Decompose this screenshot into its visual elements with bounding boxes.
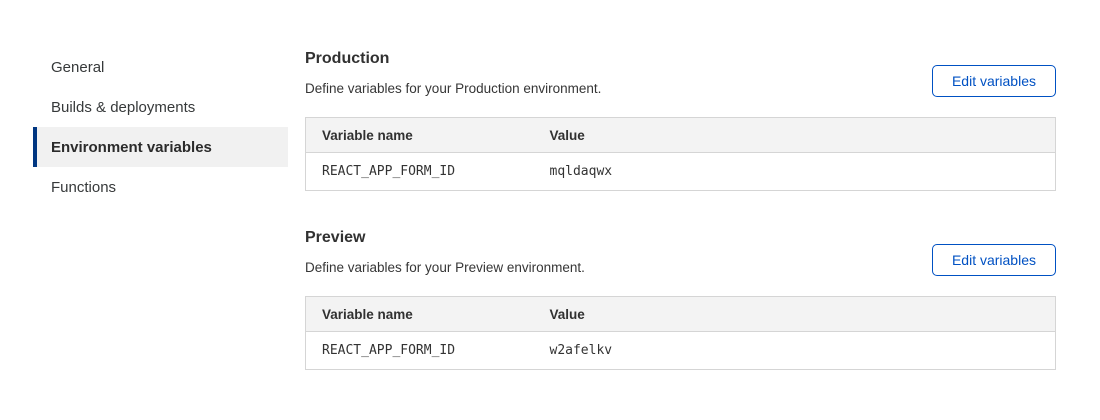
column-header-variable-name: Variable name [306,297,534,332]
column-header-variable-name: Variable name [306,118,534,153]
variable-value-cell: mqldaqwx [534,153,1056,191]
settings-sidebar: General Builds & deployments Environment… [33,47,288,207]
variable-name-cell: REACT_APP_FORM_ID [306,332,534,370]
variable-value-cell: w2afelkv [534,332,1056,370]
sidebar-item-environment-variables[interactable]: Environment variables [33,127,288,167]
sidebar-item-label: Environment variables [51,139,212,156]
sidebar-item-builds-deployments[interactable]: Builds & deployments [33,87,288,127]
production-section: Production Define variables for your Pro… [305,49,1056,191]
table-header-row: Variable name Value [306,297,1056,332]
preview-variables-table: Variable name Value REACT_APP_FORM_ID w2… [305,296,1056,370]
table-row: REACT_APP_FORM_ID w2afelkv [306,332,1056,370]
environment-variables-panel: Production Define variables for your Pro… [305,49,1056,370]
settings-page: General Builds & deployments Environment… [0,0,1100,420]
table-row: REACT_APP_FORM_ID mqldaqwx [306,153,1056,191]
preview-section: Preview Define variables for your Previe… [305,228,1056,370]
column-header-value: Value [534,297,1056,332]
table-header-row: Variable name Value [306,118,1056,153]
production-variables-table: Variable name Value REACT_APP_FORM_ID mq… [305,117,1056,191]
sidebar-item-functions[interactable]: Functions [33,167,288,207]
column-header-value: Value [534,118,1056,153]
sidebar-item-label: Functions [51,179,116,196]
edit-variables-button-production[interactable]: Edit variables [932,65,1056,97]
sidebar-item-label: Builds & deployments [51,99,195,116]
edit-variables-button-preview[interactable]: Edit variables [932,244,1056,276]
sidebar-item-general[interactable]: General [33,47,288,87]
variable-name-cell: REACT_APP_FORM_ID [306,153,534,191]
sidebar-item-label: General [51,59,104,76]
